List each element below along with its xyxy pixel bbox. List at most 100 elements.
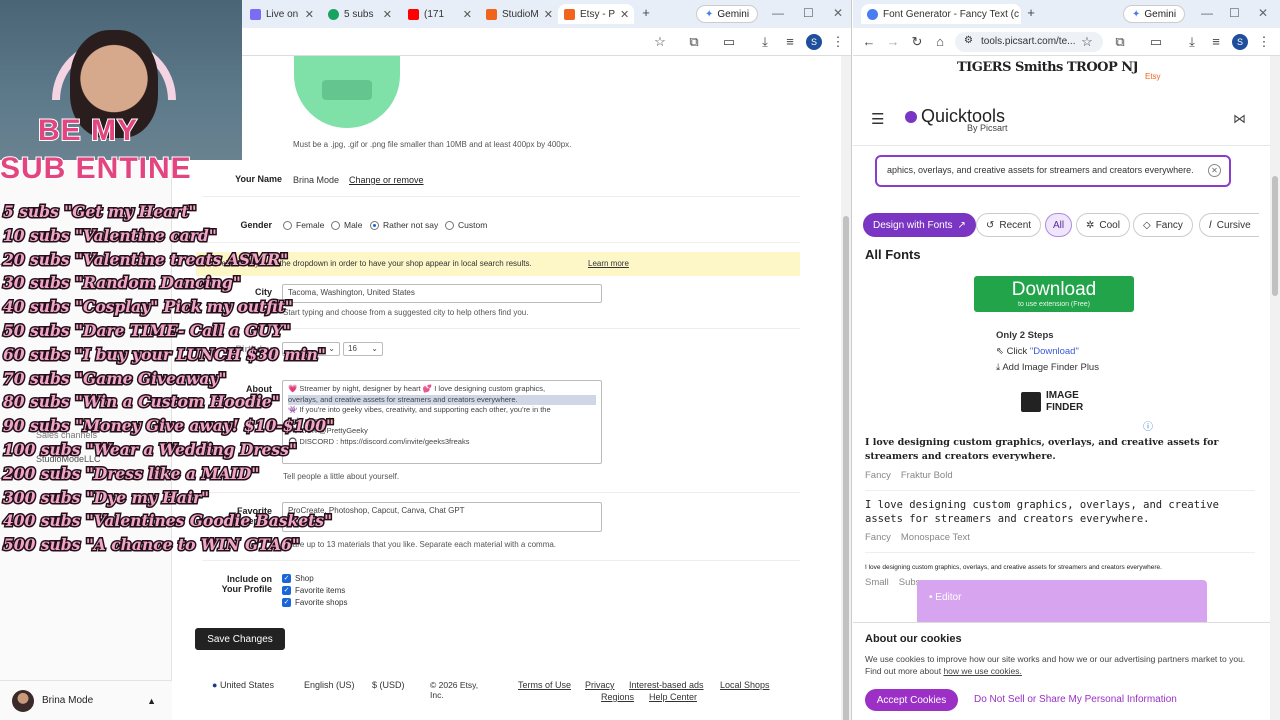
- playlist-icon[interactable]: ≡: [1208, 34, 1224, 50]
- footer-currency[interactable]: $ (USD): [372, 680, 405, 690]
- minimize-icon[interactable]: —: [772, 6, 784, 20]
- font-result-fraktur[interactable]: I love designing custom graphics, overla…: [865, 436, 1255, 481]
- tab-studiom[interactable]: StudioM ✕: [480, 4, 556, 24]
- minimize-icon[interactable]: —: [1201, 6, 1213, 20]
- close-icon[interactable]: ✕: [463, 8, 472, 21]
- tab-label: Etsy - P: [580, 8, 616, 20]
- sub-goal: 40 subs "Cosplay" Pick my outfit": [2, 296, 295, 318]
- hamburger-icon[interactable]: ☰: [871, 110, 884, 128]
- include-shop-checkbox[interactable]: ✓ Shop: [282, 574, 314, 583]
- regions-link[interactable]: Regions: [601, 692, 634, 702]
- profile-icon[interactable]: S: [1232, 34, 1248, 50]
- privacy-link[interactable]: Privacy: [585, 680, 615, 690]
- font-name: Monospace Text: [900, 532, 970, 543]
- gemini-button[interactable]: ✦ Gemini: [696, 5, 759, 23]
- tab-youtube[interactable]: (171 ✕: [402, 4, 478, 24]
- editor-panel[interactable]: • Editor: [917, 580, 1207, 622]
- tab-font-generator[interactable]: Font Generator - Fancy Text (c✕: [861, 4, 1021, 24]
- close-icon[interactable]: ✕: [620, 8, 629, 21]
- close-icon[interactable]: ✕: [383, 8, 392, 21]
- youtube-icon: [408, 8, 419, 20]
- gender-custom[interactable]: Custom: [445, 220, 487, 230]
- chip-all[interactable]: All: [1045, 213, 1073, 237]
- forward-icon[interactable]: →: [885, 34, 901, 50]
- download-icon[interactable]: ⤓: [757, 34, 773, 50]
- close-icon[interactable]: ✕: [544, 8, 553, 21]
- local-shops-link[interactable]: Local Shops: [720, 680, 770, 690]
- chevron-up-icon[interactable]: ▲: [147, 696, 156, 706]
- share-icon[interactable]: ⋈: [1233, 111, 1246, 127]
- reload-icon[interactable]: ↻: [909, 34, 925, 50]
- chip-label: Fancy: [1155, 219, 1183, 231]
- subentine-logo-line1: BE MY: [37, 114, 139, 147]
- footer-region[interactable]: ● United States: [212, 680, 274, 690]
- chip-recent[interactable]: ↺ Recent: [976, 213, 1042, 237]
- chip-cursive[interactable]: 𝐼 Cursive: [1199, 213, 1259, 237]
- gender-rather-not-say[interactable]: Rather not say: [370, 220, 438, 230]
- interest-ads-link[interactable]: Interest-based ads: [629, 680, 704, 690]
- font-preview[interactable]: I love designing custom graphics, overla…: [865, 563, 1255, 573]
- maximize-icon[interactable]: ☐: [1229, 6, 1240, 20]
- tab-strip: Font Generator - Fancy Text (c✕ + ✦Gemin…: [853, 0, 1280, 28]
- accept-cookies-button[interactable]: Accept Cookies: [865, 689, 958, 711]
- clear-icon[interactable]: ✕: [1208, 164, 1221, 177]
- new-tab-icon[interactable]: +: [638, 5, 654, 21]
- learn-more-link[interactable]: Learn more: [588, 259, 629, 268]
- do-not-sell-link[interactable]: Do Not Sell or Share My Personal Informa…: [974, 694, 1177, 705]
- maximize-icon[interactable]: ☐: [803, 6, 814, 20]
- chip-cool[interactable]: ✲ Cool: [1076, 213, 1130, 237]
- cast-icon[interactable]: ▭: [721, 34, 737, 50]
- star-icon[interactable]: ☆: [652, 34, 668, 50]
- home-icon[interactable]: ⌂: [932, 34, 948, 50]
- page-scrollbar[interactable]: [841, 56, 851, 720]
- footer-language[interactable]: English (US): [304, 680, 355, 690]
- step-2-text: Add Image Finder Plus: [1002, 362, 1099, 373]
- download-icon[interactable]: ⤓: [1184, 34, 1200, 50]
- download-sub: to use extension (Free): [1018, 301, 1090, 308]
- include-items-checkbox[interactable]: ✓ Favorite items: [282, 586, 345, 595]
- site-info-icon[interactable]: ⚙: [964, 35, 973, 46]
- text-input[interactable]: aphics, overlays, and creative assets fo…: [875, 155, 1231, 187]
- save-changes-button[interactable]: Save Changes: [195, 628, 285, 650]
- close-window-icon[interactable]: ✕: [1258, 6, 1268, 20]
- region-text: United States: [219, 680, 274, 690]
- help-center-link[interactable]: Help Center: [649, 692, 697, 702]
- info-icon[interactable]: ⓘ: [1143, 418, 1153, 433]
- extensions-icon[interactable]: ⧉: [1112, 34, 1128, 50]
- change-name-link[interactable]: Change or remove: [349, 175, 424, 185]
- gemini-button[interactable]: ✦ Gemini: [1123, 5, 1186, 23]
- menu-icon[interactable]: ⋮: [1256, 34, 1272, 50]
- scrollbar-thumb[interactable]: [1272, 176, 1278, 296]
- new-tab-icon[interactable]: +: [1023, 5, 1039, 21]
- extensions-icon[interactable]: ⧉: [686, 34, 702, 50]
- playlist-icon[interactable]: ≡: [782, 34, 798, 50]
- font-preview[interactable]: I love designing custom graphics, overla…: [865, 436, 1255, 464]
- font-result-monospace[interactable]: I love designing custom graphics, overla…: [865, 498, 1255, 543]
- download-extension-button[interactable]: Download to use extension (Free): [974, 276, 1134, 312]
- close-window-icon[interactable]: ✕: [833, 6, 843, 20]
- sub-goal: 10 subs "Valentine card": [2, 224, 219, 246]
- sub-goal: 80 subs "Win a Custom Hoodie": [2, 391, 282, 413]
- birthday-day-select[interactable]: 16 ⌄: [343, 342, 383, 356]
- profile-icon[interactable]: S: [806, 34, 822, 50]
- cookie-title: About our cookies: [865, 633, 962, 645]
- cookie-link[interactable]: how we use cookies.: [943, 666, 1021, 676]
- terms-link[interactable]: Terms of Use: [518, 680, 571, 690]
- sub-goal: 90 subs "Money Give away! $10-$100": [2, 415, 336, 437]
- step-1-link[interactable]: "Download": [1030, 346, 1079, 357]
- menu-icon[interactable]: ⋮: [830, 34, 846, 50]
- font-preview[interactable]: I love designing custom graphics, overla…: [865, 498, 1255, 526]
- ad-banner[interactable]: TIGERS Smiths TROOP NJM: [957, 60, 1137, 92]
- page-scrollbar[interactable]: [1270, 56, 1280, 720]
- star-icon[interactable]: ☆: [1079, 34, 1095, 50]
- chip-fancy[interactable]: ◇ Fancy: [1133, 213, 1193, 237]
- chip-design-with-fonts[interactable]: Design with Fonts ↗: [863, 213, 976, 237]
- sub-goal: 300 subs "Dye my Hair": [2, 486, 211, 508]
- sub-goals-list: 5 subs "Get my Heart" 10 subs "Valentine…: [2, 200, 343, 557]
- scrollbar-thumb[interactable]: [843, 216, 849, 720]
- include-shops-checkbox[interactable]: ✓ Favorite shops: [282, 598, 347, 607]
- user-bar[interactable]: Brina Mode ▲: [0, 680, 172, 720]
- tab-etsy-active[interactable]: Etsy - P ✕: [558, 4, 634, 24]
- cast-icon[interactable]: ▭: [1148, 34, 1164, 50]
- back-icon[interactable]: ←: [861, 34, 877, 50]
